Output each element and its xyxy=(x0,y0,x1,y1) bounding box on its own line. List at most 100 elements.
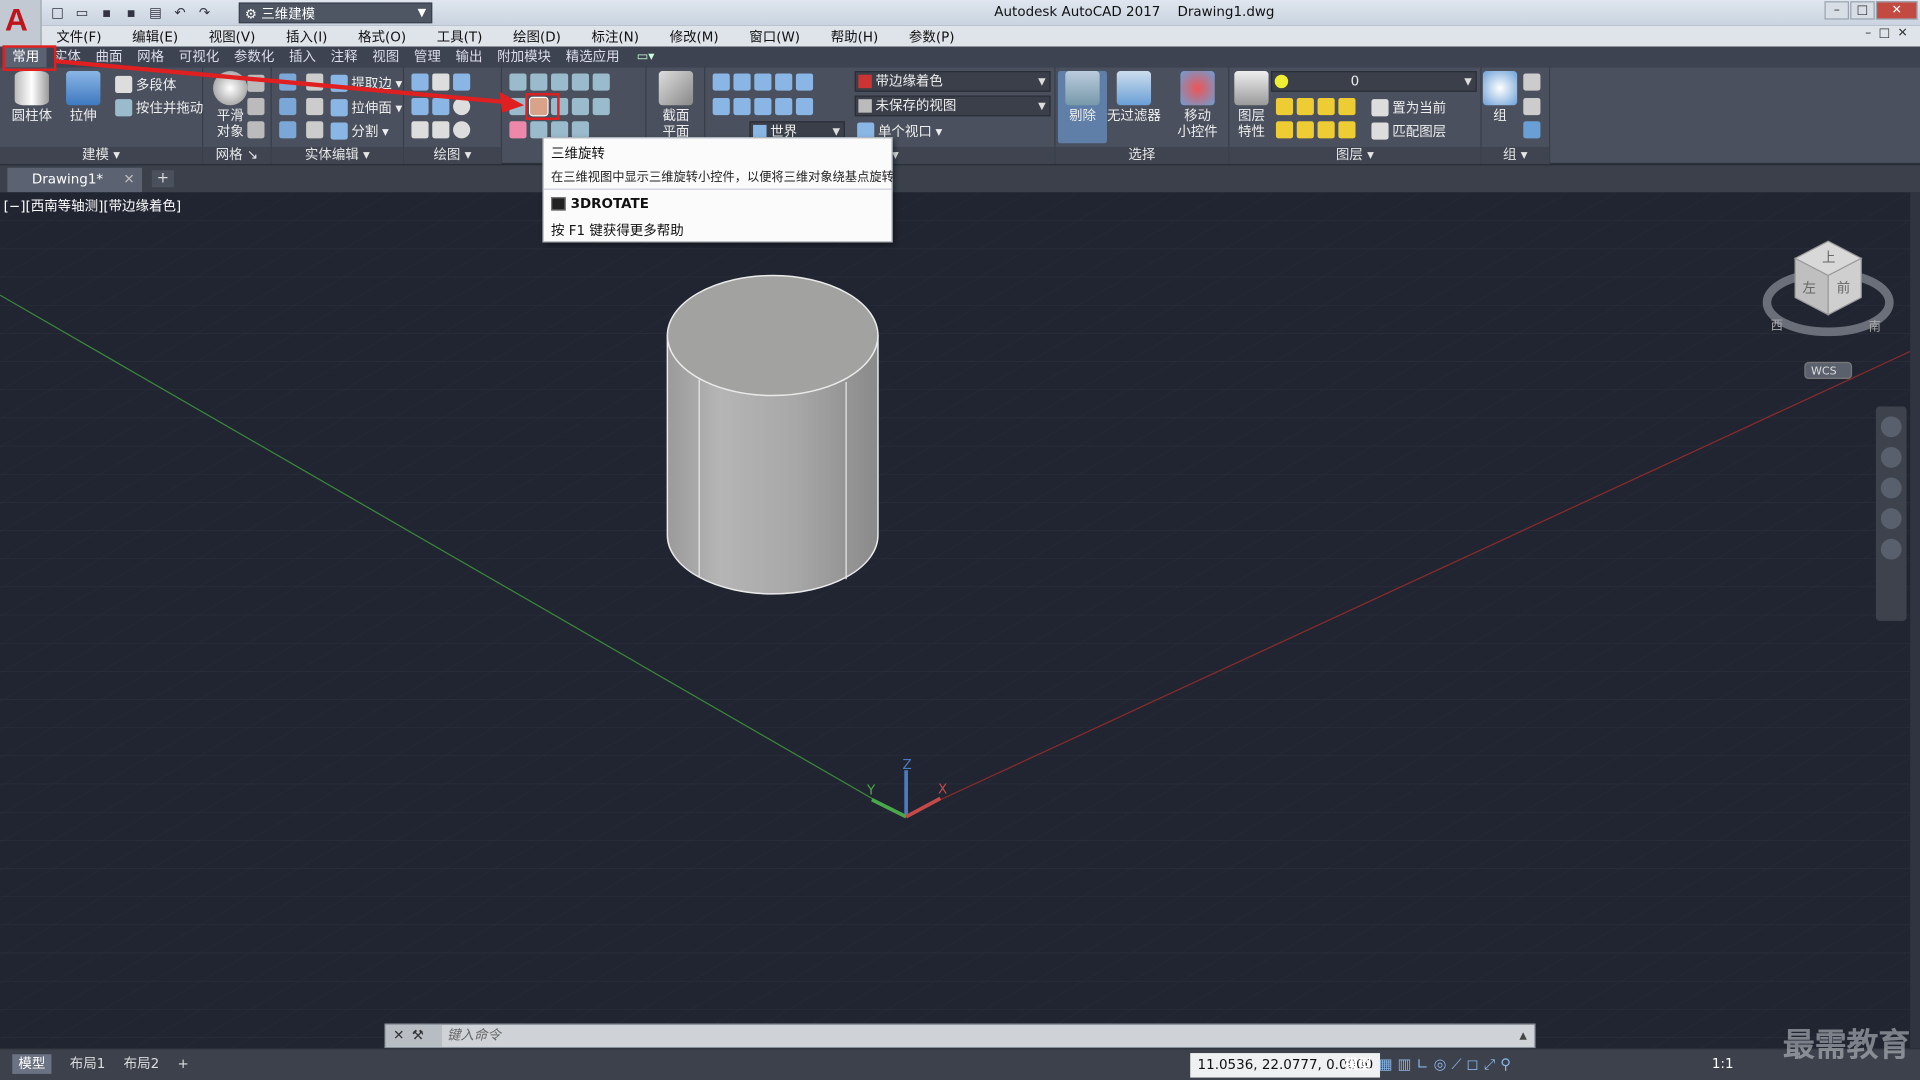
wrench-icon[interactable]: ⚒ xyxy=(412,1027,431,1043)
layer-freeze-icon[interactable] xyxy=(1317,97,1335,116)
erase-icon[interactable] xyxy=(509,121,527,139)
union-button[interactable] xyxy=(279,73,297,91)
viewcube-west[interactable]: 西 xyxy=(1771,318,1783,332)
isodraft-icon[interactable]: ⟋ xyxy=(1451,1056,1461,1074)
mesh-tool-3[interactable] xyxy=(247,121,265,139)
move-gizmo-button[interactable]: 移动 小控件 xyxy=(1171,71,1225,140)
print-icon[interactable]: ▤ xyxy=(144,2,166,22)
ucs-icon[interactable] xyxy=(712,73,730,91)
make-current-button[interactable]: 置为当前 xyxy=(1371,98,1446,118)
cylinder-object[interactable] xyxy=(666,274,879,595)
add-layout-button[interactable]: + xyxy=(171,1054,195,1074)
section-plane-button[interactable]: 截面 平面 xyxy=(651,71,700,140)
layer-unisolate-icon[interactable] xyxy=(1296,121,1314,139)
stretch-icon[interactable] xyxy=(571,121,589,139)
showmotion-icon[interactable] xyxy=(1880,538,1902,560)
ucs-origin-icon[interactable] xyxy=(754,73,772,91)
layer-combo[interactable]: 0 ▼ xyxy=(1271,71,1477,92)
steering-wheel-icon[interactable] xyxy=(1880,416,1902,438)
ucs-face-icon[interactable] xyxy=(712,97,730,116)
panel-title-draw[interactable]: 绘图 ▾ xyxy=(404,146,501,165)
offset-icon[interactable] xyxy=(592,97,610,116)
orbit-icon[interactable] xyxy=(1880,508,1902,529)
tab-addins[interactable]: 附加模块 xyxy=(490,47,559,68)
zoom-icon[interactable] xyxy=(1880,477,1902,499)
extrude-faces-button[interactable]: 拉伸面 ▾ xyxy=(330,98,402,118)
new-file-icon[interactable]: □ xyxy=(47,2,69,22)
interfere-button[interactable] xyxy=(306,97,324,116)
extrude-button[interactable]: 拉伸 xyxy=(59,71,108,124)
intersect-button[interactable] xyxy=(279,121,297,139)
polysolid-button[interactable]: 多段体 xyxy=(115,75,176,95)
tab-surface[interactable]: 曲面 xyxy=(88,47,130,68)
tab-manage[interactable]: 管理 xyxy=(407,47,449,68)
chevron-up-icon[interactable]: ▲ xyxy=(1519,1025,1527,1047)
layout-tab-2[interactable]: 布局2 xyxy=(118,1054,166,1074)
dynamic-ucs-icon[interactable]: ⤢ xyxy=(1484,1056,1496,1074)
ungroup-icon[interactable] xyxy=(1523,73,1541,91)
annotation-scale[interactable]: 1:1 xyxy=(1712,1056,1734,1072)
annotation-icon[interactable]: ⚲ xyxy=(1500,1056,1511,1074)
trim-icon[interactable] xyxy=(509,73,527,91)
new-tab-button[interactable]: + xyxy=(151,170,174,188)
minimize-button[interactable]: – xyxy=(1824,1,1849,20)
polar-icon[interactable]: ◎ xyxy=(1434,1056,1447,1074)
tab-insert[interactable]: 插入 xyxy=(282,47,324,68)
ucs-view-icon[interactable] xyxy=(775,73,793,91)
layer-off-icon[interactable] xyxy=(1275,97,1294,116)
menu-insert[interactable]: 插入(I) xyxy=(271,26,343,46)
menu-tools[interactable]: 工具(T) xyxy=(422,26,498,46)
polyline-button[interactable] xyxy=(411,73,471,91)
no-filter-button[interactable]: 无过滤器 xyxy=(1104,71,1163,124)
command-line[interactable]: ✕⚒ 键入命令 ▲ xyxy=(384,1023,1536,1049)
model-space-button[interactable]: 模型 xyxy=(1345,1054,1372,1074)
tab-parametric[interactable]: 参数化 xyxy=(227,47,282,68)
mesh-tool-2[interactable] xyxy=(247,97,265,116)
group-selection-icon[interactable] xyxy=(1523,121,1541,139)
panel-title-groups[interactable]: 组 ▾ xyxy=(1481,146,1549,165)
viewcube-top[interactable]: 上 xyxy=(1822,250,1835,266)
layout-tab-model[interactable]: 模型 xyxy=(12,1054,52,1074)
extract-edges-button[interactable]: 提取边 ▾ xyxy=(330,73,402,93)
ucs-y-icon[interactable] xyxy=(754,97,772,116)
tab-mesh[interactable]: 网格 xyxy=(130,47,172,68)
presspull-button[interactable]: 按住并拖动 xyxy=(115,98,203,118)
maximize-button[interactable]: □ xyxy=(1850,1,1875,20)
drawing-viewport[interactable]: Z Y X 上 左 前 西 南 WCS [−][西南等轴测][带边缘着色] xyxy=(0,192,1911,1049)
match-layer-button[interactable]: 匹配图层 xyxy=(1371,121,1446,141)
menu-dimension[interactable]: 标注(N) xyxy=(577,26,655,46)
save-as-icon[interactable]: ▪ xyxy=(120,2,142,22)
group-edit-icon[interactable] xyxy=(1523,97,1541,116)
3dmove-icon[interactable] xyxy=(530,73,548,91)
pan-icon[interactable] xyxy=(1880,446,1902,468)
spline-button[interactable] xyxy=(411,97,471,116)
menu-draw[interactable]: 绘图(D) xyxy=(498,26,576,46)
panel-title-layers[interactable]: 图层 ▾ xyxy=(1229,146,1481,165)
osnap-icon[interactable]: ◻ xyxy=(1467,1056,1479,1074)
mirror-icon[interactable] xyxy=(571,97,589,116)
layer-thaw-icon[interactable] xyxy=(1317,121,1335,139)
app-menu-button[interactable]: A xyxy=(0,0,42,47)
layer-on-icon[interactable] xyxy=(1275,121,1294,139)
array-icon[interactable] xyxy=(592,73,610,91)
ucs-world-icon[interactable] xyxy=(733,73,751,91)
viewport-controls-label[interactable]: [−][西南等轴测][带边缘着色] xyxy=(4,196,182,216)
viewcube-front[interactable]: 前 xyxy=(1837,280,1850,297)
panel-title-modeling[interactable]: 建模 ▾ xyxy=(0,146,203,165)
mesh-tool-1[interactable] xyxy=(247,74,265,92)
menu-help[interactable]: 帮助(H) xyxy=(816,26,894,46)
doc-window-controls[interactable]: –□✕ xyxy=(1865,27,1915,40)
layout-tab-1[interactable]: 布局1 xyxy=(64,1054,112,1074)
tab-view[interactable]: 视图 xyxy=(365,47,407,68)
fillet-icon[interactable] xyxy=(509,97,527,116)
tab-featured-apps[interactable]: 精选应用 xyxy=(558,47,627,68)
viewport-scrollbar[interactable] xyxy=(1910,192,1920,1049)
undo-icon[interactable]: ↶ xyxy=(169,2,191,22)
save-icon[interactable]: ▪ xyxy=(96,2,118,22)
close-button[interactable]: ✕ xyxy=(1875,1,1918,20)
group-button[interactable]: 组 xyxy=(1482,71,1519,124)
menu-edit[interactable]: 编辑(E) xyxy=(117,26,194,46)
close-icon[interactable]: ✕ xyxy=(393,1027,412,1043)
culling-button[interactable]: 剔除 xyxy=(1057,71,1107,144)
tab-output[interactable]: 输出 xyxy=(448,47,490,68)
